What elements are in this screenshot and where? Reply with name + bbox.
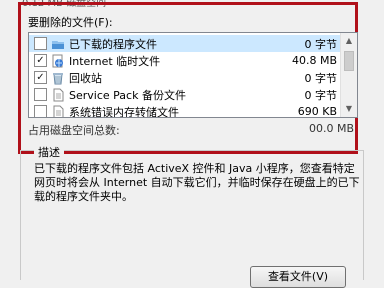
document-icon [53,105,64,117]
file-row-internet-temp[interactable]: ✓ Internet 临时文件 40.8 MB [29,52,341,69]
file-name: Internet 临时文件 [69,54,161,68]
description-text: 已下载的程序文件包括 ActiveX 控件和 Java 小程序，您查看特定网页时… [34,162,360,203]
recycle-bin-icon [53,72,63,84]
file-size: 690 KB [297,105,337,118]
file-row-downloaded-programs[interactable]: 已下载的程序文件 0 字节 [29,35,341,52]
document-icon [53,88,64,101]
file-size: 40.8 MB [291,54,337,67]
file-size: 0 字节 [304,37,338,51]
folder-icon [52,40,64,49]
files-to-delete-list[interactable]: 已下载的程序文件 0 字节 ✓ Internet 临时文件 40.8 MB ✓ … [28,32,358,118]
file-size: 0 字节 [304,71,338,85]
file-row-memory-dump[interactable]: 系统错误内存转储文件 690 KB [29,103,341,118]
total-space-label: 占用磁盘空间总数: [28,124,120,137]
view-files-button[interactable]: 查看文件(V) [250,266,346,288]
file-name: 已下载的程序文件 [69,37,157,51]
file-row-recycle-bin[interactable]: ✓ 回收站 0 字节 [29,69,341,86]
checkbox[interactable]: ✓ [34,54,47,67]
file-name: Service Pack 备份文件 [69,88,186,102]
scroll-thumb[interactable] [344,51,354,71]
vertical-scrollbar[interactable]: ▲ ▼ [340,33,357,117]
scroll-down-button[interactable]: ▼ [341,101,357,117]
scroll-up-button[interactable]: ▲ [341,33,357,49]
checkbox[interactable] [34,105,47,117]
total-space-value: 00.0 MB [308,122,354,135]
internet-icon [52,54,63,67]
checkbox[interactable] [34,37,47,50]
description-title: 描述 [34,144,64,160]
total-space-row: 占用磁盘空间总数: 00.0 MB [28,122,358,137]
file-row-service-pack-backup[interactable]: Service Pack 备份文件 0 字节 [29,86,341,103]
checkbox[interactable]: ✓ [34,71,47,84]
files-to-delete-label: 要删除的文件(F): [28,16,113,29]
file-name: 系统错误内存转储文件 [69,105,179,118]
file-name: 回收站 [69,71,102,85]
checkbox[interactable] [34,88,47,101]
file-size: 0 字节 [304,88,338,102]
